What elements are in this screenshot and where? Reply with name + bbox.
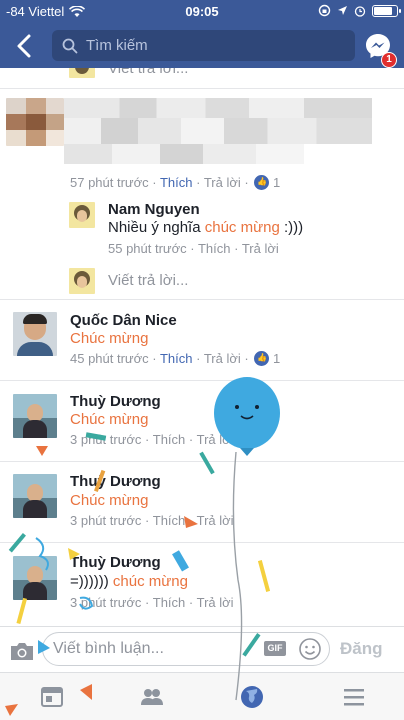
globe-icon[interactable] <box>238 683 266 711</box>
rotation-lock-icon <box>318 4 331 17</box>
comment-text: Nhiều ý nghĩa chúc mừng :))) <box>108 219 303 236</box>
highlight-text[interactable]: Chúc mừng <box>70 492 148 509</box>
reply-button[interactable]: Trả lời <box>197 513 234 528</box>
avatar <box>6 98 64 146</box>
avatar <box>13 556 57 600</box>
reply-button[interactable]: Trả lời <box>204 351 241 366</box>
reply-button[interactable]: Trả lời <box>197 595 234 610</box>
reply-button[interactable]: Trả lời <box>204 175 241 190</box>
comment-meta: 3 phút trước · Thích · Trả lời <box>70 513 234 528</box>
divider <box>0 299 404 300</box>
reaction-count[interactable]: 1 <box>273 351 280 366</box>
comment-text: =)))))) chúc mừng <box>70 573 188 590</box>
avatar <box>13 312 57 356</box>
commenter-name[interactable]: Thuỳ Dương <box>70 393 161 410</box>
comments-list: Viết trả lời... 57 phút trước · Thích · … <box>0 68 404 626</box>
like-reaction-icon[interactable] <box>254 351 270 366</box>
comment-text-part: :))) <box>279 219 304 236</box>
location-icon <box>338 6 347 15</box>
divider <box>0 542 404 543</box>
like-button[interactable]: Thích <box>153 513 186 528</box>
avatar <box>69 202 95 228</box>
like-button[interactable]: Thích <box>198 241 231 256</box>
censored-text <box>64 144 304 164</box>
comment-composer: Viết bình luận... GIF Đăng <box>0 626 404 672</box>
highlight-text[interactable]: Chúc mừng <box>70 330 148 347</box>
like-button[interactable]: Thích <box>160 351 193 366</box>
reaction-count[interactable]: 1 <box>273 175 280 190</box>
censored-name <box>64 98 372 118</box>
divider <box>0 461 404 462</box>
divider <box>0 380 404 381</box>
reply-placeholder[interactable]: Viết trả lời... <box>108 68 188 77</box>
search-placeholder: Tìm kiếm <box>86 37 148 54</box>
commenter-name[interactable]: Thuỳ Dương <box>70 473 161 490</box>
menu-icon[interactable] <box>340 683 368 711</box>
censored-text <box>64 118 372 144</box>
like-button[interactable]: Thích <box>153 432 186 447</box>
like-reaction-icon[interactable] <box>254 175 270 190</box>
bottom-tab-bar <box>0 672 404 720</box>
avatar <box>13 394 57 438</box>
chevron-left-icon[interactable] <box>10 30 40 62</box>
messenger-badge: 1 <box>381 52 397 68</box>
top-navigation-bar: Tìm kiếm 1 <box>0 24 404 68</box>
comment-input[interactable]: Viết bình luận... <box>42 632 330 666</box>
status-icons <box>318 4 401 17</box>
comment-time: 55 phút trước <box>108 241 187 256</box>
comment-text-part: Nhiều ý nghĩa <box>108 219 205 236</box>
divider <box>0 88 404 89</box>
comment-meta: 45 phút trước · Thích · Trả lời · 1 <box>70 351 280 366</box>
reply-button[interactable]: Trả lời <box>197 432 234 447</box>
reply-button[interactable]: Trả lời <box>242 241 279 256</box>
highlight-text[interactable]: Chúc mừng <box>70 411 148 428</box>
like-button[interactable]: Thích <box>160 175 193 190</box>
status-bar: -84 Viettel 09:05 <box>0 0 404 24</box>
comment-meta: 3 phút trước · Thích · Trả lời <box>70 595 234 610</box>
search-bar[interactable]: Tìm kiếm <box>52 30 355 61</box>
reply-placeholder[interactable]: Viết trả lời... <box>108 272 188 289</box>
comment-time: 3 phút trước <box>70 432 142 447</box>
battery-icon <box>372 4 401 17</box>
smile-icon[interactable] <box>298 637 322 661</box>
post-button[interactable]: Đăng <box>340 639 383 659</box>
search-icon <box>62 38 78 53</box>
alarm-icon <box>354 5 366 17</box>
commenter-name[interactable]: Thuỳ Dương <box>70 554 161 571</box>
camera-icon[interactable] <box>8 639 36 663</box>
avatar <box>13 474 57 518</box>
news-feed-icon[interactable] <box>38 683 66 711</box>
comment-meta: 55 phút trước · Thích · Trả lời <box>108 241 279 256</box>
commenter-name[interactable]: Quốc Dân Nice <box>70 312 177 329</box>
avatar <box>69 268 95 294</box>
comment-time: 3 phút trước <box>70 513 142 528</box>
highlight-text[interactable]: chúc mừng <box>113 573 188 590</box>
avatar <box>69 68 95 78</box>
comment-time: 45 phút trước <box>70 351 149 366</box>
like-button[interactable]: Thích <box>153 595 186 610</box>
highlight-text[interactable]: chúc mừng <box>205 219 280 236</box>
friends-icon[interactable] <box>138 683 166 711</box>
comment-meta: 57 phút trước · Thích · Trả lời · 1 <box>70 175 280 190</box>
commenter-name[interactable]: Nam Nguyen <box>108 201 200 218</box>
comment-time: 3 phút trước <box>70 595 142 610</box>
comment-meta: 3 phút trước · Thích · Trả lời <box>70 432 234 447</box>
gif-button[interactable]: GIF <box>264 641 286 656</box>
comment-text-part: =)))))) <box>70 573 113 590</box>
comment-time: 57 phút trước <box>70 175 149 190</box>
